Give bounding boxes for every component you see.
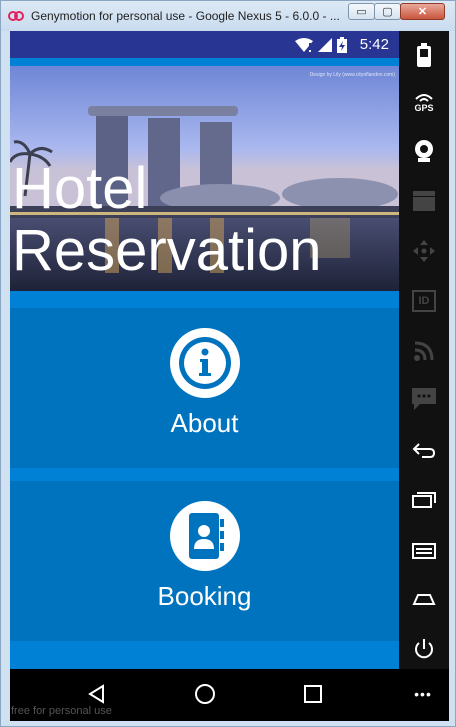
booking-label: Booking (157, 581, 252, 611)
clapperboard-icon[interactable] (399, 181, 449, 221)
menu-icon[interactable] (399, 531, 449, 571)
image-credit: Design by Lily (www.cityoflandon.com) (309, 72, 395, 78)
gps-signal-icon (415, 94, 433, 102)
close-button[interactable]: ✕ (400, 3, 445, 20)
status-time: 5:42 (359, 36, 389, 53)
id-button[interactable]: ID (399, 281, 449, 321)
about-tile[interactable]: About (10, 308, 399, 468)
battery-icon[interactable] (399, 35, 449, 75)
back-icon[interactable] (399, 431, 449, 471)
gps-button[interactable]: GPS (399, 83, 449, 123)
about-label: About (170, 408, 239, 438)
gps-label: GPS (414, 103, 434, 113)
power-icon[interactable] (399, 629, 449, 669)
webcam-icon[interactable] (399, 131, 449, 171)
more-options-button[interactable]: ••• (408, 679, 438, 709)
app-title: Hotel Reservation (12, 156, 322, 283)
rss-icon[interactable] (399, 331, 449, 371)
info-icon (169, 328, 240, 398)
signal-icon (318, 38, 332, 52)
home-circle-icon (195, 684, 215, 704)
wifi-icon (295, 38, 313, 52)
nav-home-button[interactable] (190, 679, 220, 709)
window-title: Genymotion for personal use - Google Nex… (31, 9, 340, 23)
android-screen: 5:42 Design by Lily (www.cityoflandon.co… (10, 31, 399, 669)
emulator-window: Genymotion for personal use - Google Nex… (0, 0, 456, 727)
id-label: ID (418, 295, 430, 307)
booking-tile[interactable]: Booking (10, 481, 399, 641)
id-icon: ID (412, 290, 436, 312)
home-icon[interactable] (399, 579, 449, 619)
status-bar: 5:42 (10, 31, 399, 58)
genymotion-logo-icon (8, 11, 24, 21)
recent-apps-icon[interactable] (399, 479, 449, 519)
watermark-text: free for personal use (11, 705, 112, 717)
nav-overview-button[interactable] (298, 679, 328, 709)
minimize-button[interactable]: ▭ (348, 3, 375, 20)
status-icons (295, 37, 347, 53)
battery-charging-icon (337, 37, 347, 53)
back-triangle-icon (88, 684, 104, 704)
contacts-book-icon (169, 501, 240, 571)
emulator-sidebar: GPS ID (399, 31, 449, 669)
hero-banner: Design by Lily (www.cityoflandon.com) Ho… (10, 66, 399, 291)
overview-square-icon (304, 685, 322, 703)
title-bar[interactable]: Genymotion for personal use - Google Nex… (1, 1, 455, 31)
maximize-button[interactable]: ▢ (374, 3, 401, 20)
dpad-icon[interactable] (399, 231, 449, 271)
sms-icon[interactable] (399, 379, 449, 419)
